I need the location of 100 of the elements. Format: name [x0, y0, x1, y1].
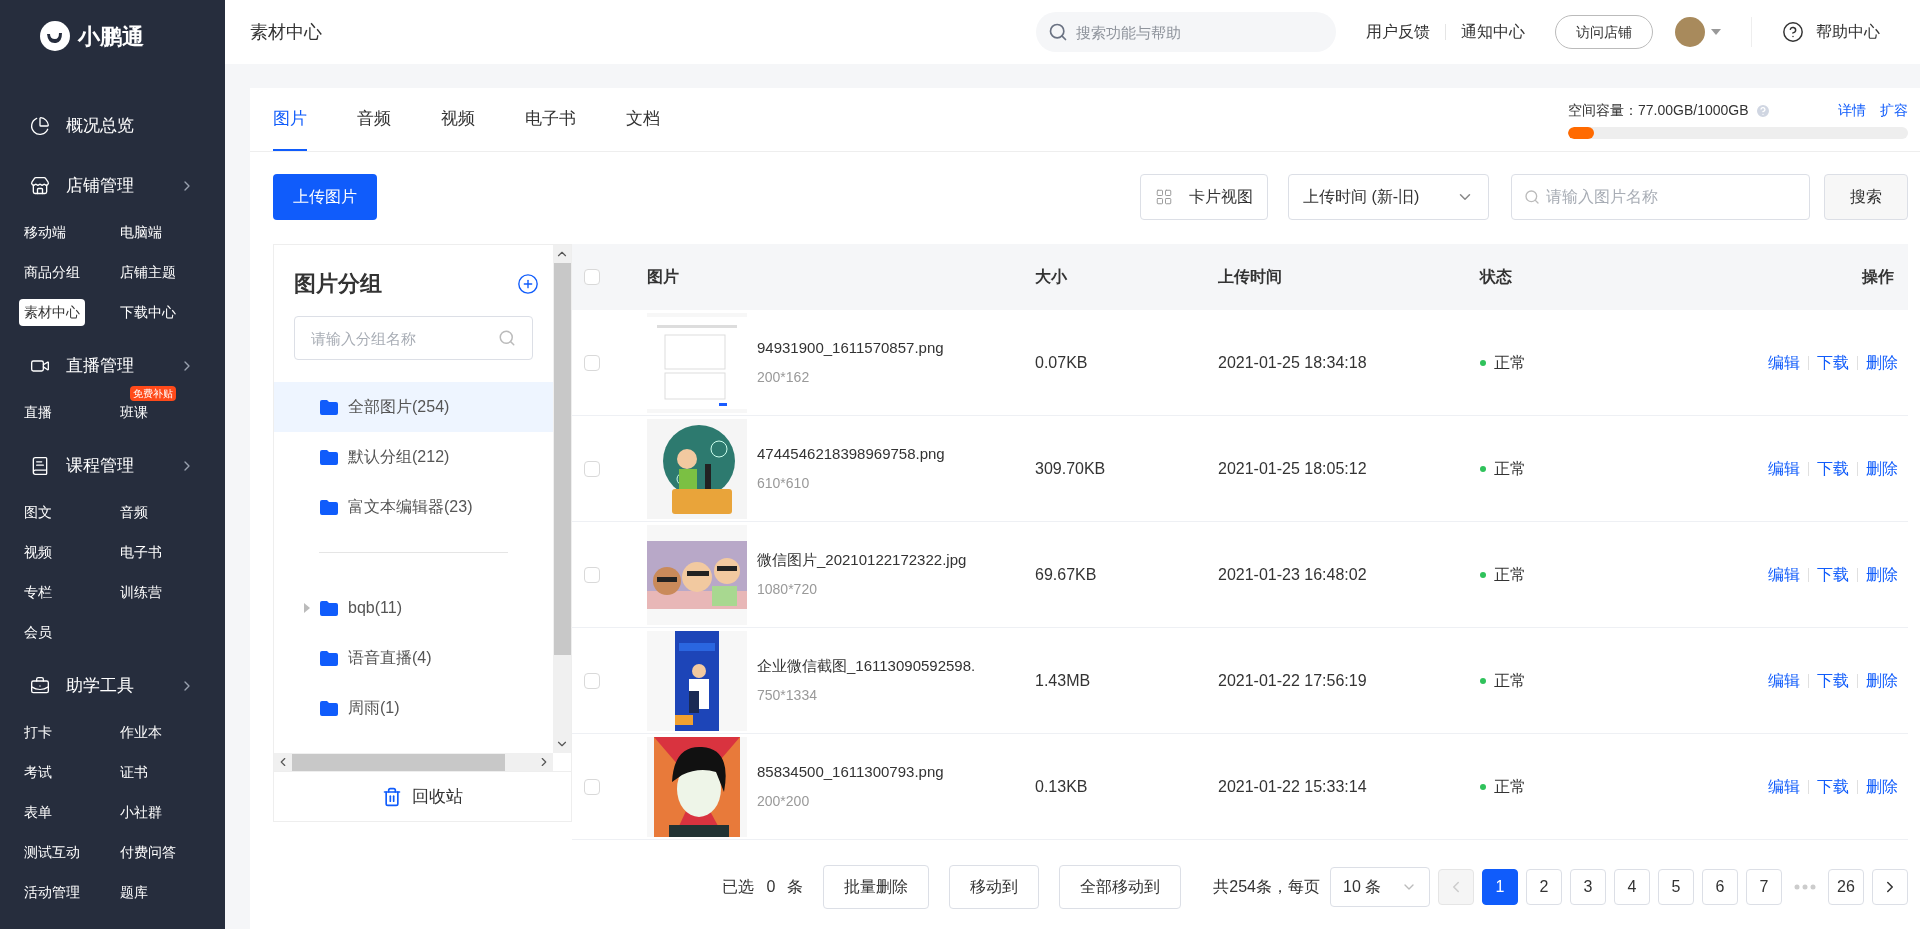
checkbox[interactable]: [584, 778, 600, 795]
sidebar-item[interactable]: 下载中心: [114, 298, 181, 326]
sidebar-item[interactable]: 移动端: [19, 218, 71, 246]
action-link[interactable]: 编辑: [1768, 562, 1800, 587]
recycle-bin-button[interactable]: 回收站: [274, 771, 571, 821]
page-button[interactable]: 2: [1526, 869, 1562, 905]
image-search-box[interactable]: 请输入图片名称: [1511, 174, 1810, 220]
action-link[interactable]: 下载: [1817, 668, 1849, 693]
checkbox[interactable]: [584, 269, 600, 285]
sidebar-item[interactable]: 商品分组: [19, 258, 85, 286]
page-button[interactable]: 1: [1482, 869, 1518, 905]
sidebar-item[interactable]: 打卡: [19, 718, 57, 746]
action-link[interactable]: 下载: [1817, 456, 1849, 481]
sidebar-item[interactable]: 店铺主题: [114, 258, 181, 286]
card-view-button[interactable]: 卡片视图: [1140, 174, 1268, 220]
action-link[interactable]: 下载: [1817, 562, 1849, 587]
page-button[interactable]: 6: [1702, 869, 1738, 905]
help-center-link[interactable]: 帮助中心: [1816, 20, 1880, 44]
tab[interactable]: 视频: [441, 88, 475, 151]
upload-button[interactable]: 上传图片: [273, 174, 377, 220]
sidebar-item[interactable]: 表单: [19, 798, 57, 826]
checkbox[interactable]: [584, 354, 600, 371]
search-button[interactable]: 搜索: [1824, 174, 1908, 220]
sidebar-item[interactable]: 直播: [19, 398, 57, 426]
header-link[interactable]: 用户反馈: [1366, 20, 1430, 44]
expand-caret-icon[interactable]: [304, 603, 310, 613]
sidebar-item[interactable]: 题库: [114, 878, 153, 906]
sidebar-item[interactable]: 证书: [114, 758, 153, 786]
image-dimensions: 1080*720: [757, 580, 818, 600]
sidebar-item[interactable]: 电子书: [114, 538, 167, 566]
add-icon[interactable]: [517, 272, 539, 295]
checkbox[interactable]: [584, 672, 600, 689]
sidebar-item[interactable]: 考试: [19, 758, 57, 786]
image-search-field[interactable]: 请输入图片名称: [1546, 175, 1797, 219]
sidebar-item[interactable]: 作业本: [114, 718, 167, 746]
storage-link[interactable]: 详情: [1838, 100, 1866, 121]
sidebar-item[interactable]: 小社群: [114, 798, 167, 826]
avatar[interactable]: [1675, 17, 1705, 47]
sort-select[interactable]: 上传时间 (新-旧): [1288, 174, 1489, 220]
sidebar-item[interactable]: 素材中心: [19, 298, 85, 326]
page-size-select[interactable]: 10 条: [1330, 867, 1430, 907]
group-item[interactable]: bqb(11): [274, 583, 553, 633]
action-link[interactable]: 删除: [1866, 668, 1898, 693]
sidebar-item[interactable]: 付费问答: [114, 838, 181, 866]
folder-icon: [320, 449, 338, 465]
sidebar-item[interactable]: 电脑端: [114, 218, 167, 246]
group-item[interactable]: 语音直播(4): [274, 633, 553, 683]
search-field[interactable]: 搜索功能与帮助: [1076, 12, 1324, 52]
action-link[interactable]: 编辑: [1768, 456, 1800, 481]
tab[interactable]: 文档: [626, 88, 660, 151]
header-link[interactable]: 通知中心: [1461, 20, 1525, 44]
sidebar-item[interactable]: 音频: [114, 498, 153, 526]
bulk-action-button[interactable]: 移动到: [949, 865, 1040, 909]
tab[interactable]: 音频: [357, 88, 391, 151]
tab[interactable]: 电子书: [525, 88, 576, 151]
tab[interactable]: 图片: [273, 88, 307, 151]
action-link[interactable]: 删除: [1866, 562, 1898, 587]
page-button[interactable]: 3: [1570, 869, 1606, 905]
action-link[interactable]: 删除: [1866, 456, 1898, 481]
action-link[interactable]: 编辑: [1768, 774, 1800, 799]
sidebar-item[interactable]: 班课: [114, 398, 153, 426]
storage-link[interactable]: 扩容: [1880, 100, 1908, 121]
help-icon[interactable]: [1782, 21, 1804, 43]
next-page-button[interactable]: [1872, 869, 1908, 905]
sidebar-section[interactable]: 课程管理: [0, 440, 225, 492]
sidebar-item[interactable]: 训练营: [114, 578, 167, 606]
page-button[interactable]: 7: [1746, 869, 1782, 905]
action-link[interactable]: 删除: [1866, 350, 1898, 375]
sidebar-item[interactable]: 测试互动: [19, 838, 85, 866]
sidebar-item[interactable]: 专栏: [19, 578, 57, 606]
sidebar-section[interactable]: 概况总览: [0, 100, 225, 152]
search-box[interactable]: 搜索功能与帮助: [1036, 12, 1336, 52]
sidebar-section[interactable]: 助学工具: [0, 660, 225, 712]
checkbox[interactable]: [584, 566, 600, 583]
sidebar-item[interactable]: 活动管理: [19, 878, 85, 906]
group-item[interactable]: 默认分组(212): [274, 432, 553, 482]
action-link[interactable]: 下载: [1817, 350, 1849, 375]
checkbox[interactable]: [584, 460, 600, 477]
group-search-box[interactable]: 请输入分组名称: [294, 316, 533, 360]
group-item[interactable]: 周雨(1): [274, 683, 553, 733]
vertical-scrollbar[interactable]: [553, 245, 571, 753]
action-link[interactable]: 编辑: [1768, 668, 1800, 693]
horizontal-scrollbar[interactable]: [274, 753, 553, 771]
group-item[interactable]: 全部图片(254): [274, 382, 553, 432]
page-button[interactable]: 4: [1614, 869, 1650, 905]
group-item[interactable]: 富文本编辑器(23): [274, 482, 553, 532]
page-button[interactable]: 26: [1828, 869, 1864, 905]
action-link[interactable]: 删除: [1866, 774, 1898, 799]
action-link[interactable]: 下载: [1817, 774, 1849, 799]
group-search-field[interactable]: 请输入分组名称: [311, 317, 498, 359]
action-link[interactable]: 编辑: [1768, 350, 1800, 375]
sidebar-item[interactable]: 会员: [19, 618, 57, 646]
sidebar-item[interactable]: 图文: [19, 498, 57, 526]
bulk-action-button[interactable]: 全部移动到: [1059, 865, 1182, 909]
caret-down-icon[interactable]: [1711, 29, 1721, 35]
page-button[interactable]: 5: [1658, 869, 1694, 905]
sidebar-section[interactable]: 店铺管理: [0, 160, 225, 212]
table-cell-text: 2021-01-22 15:33:14: [1218, 776, 1368, 797]
bulk-action-button[interactable]: 批量删除: [823, 865, 930, 909]
sidebar-item[interactable]: 视频: [19, 538, 57, 566]
